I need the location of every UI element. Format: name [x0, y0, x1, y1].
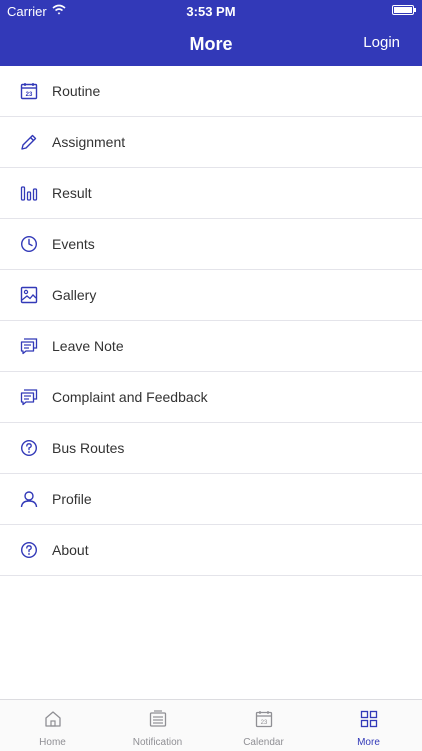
menu-item-about[interactable]: About: [0, 525, 422, 576]
chat-icon: [20, 389, 38, 406]
tab-calendar[interactable]: 23 Calendar: [211, 700, 316, 751]
app-header: Carrier 3:53 PM More Login: [0, 0, 422, 66]
notification-icon: [149, 710, 167, 727]
menu-item-result[interactable]: Result: [0, 168, 422, 219]
page-title: More: [189, 34, 233, 54]
tab-more[interactable]: More: [316, 700, 421, 751]
calendar-icon: 23: [255, 711, 273, 728]
tab-bar: Home Notification 23 Calendar More: [0, 699, 422, 751]
clock-icon: [20, 235, 38, 253]
menu-item-events[interactable]: Events: [0, 219, 422, 270]
svg-text:23: 23: [26, 92, 33, 98]
status-bar: Carrier 3:53 PM: [0, 0, 422, 22]
menu-item-complaint-feedback[interactable]: Complaint and Feedback: [0, 372, 422, 423]
menu-item-label: Leave Note: [52, 338, 124, 354]
svg-text:23: 23: [261, 720, 268, 726]
menu-item-label: Assignment: [52, 134, 126, 150]
tab-label: Home: [39, 737, 66, 748]
menu-item-profile[interactable]: Profile: [0, 474, 422, 525]
status-time: 3:53 PM: [186, 4, 236, 19]
battery-icon: [392, 5, 416, 15]
menu-item-label: Events: [52, 236, 95, 252]
tab-label: More: [357, 737, 380, 748]
menu-item-routine[interactable]: 23 Routine: [0, 66, 422, 117]
help-icon: [20, 439, 38, 457]
image-icon: [20, 286, 38, 304]
tab-home[interactable]: Home: [0, 700, 105, 751]
pencil-icon: [21, 134, 37, 150]
help-icon: [20, 541, 38, 559]
tab-label: Notification: [132, 737, 183, 748]
bar-chart-icon: [20, 186, 38, 201]
menu-item-label: Gallery: [52, 287, 97, 303]
menu-item-assignment[interactable]: Assignment: [0, 117, 422, 168]
tab-notification[interactable]: Notification: [105, 700, 210, 751]
menu-item-leave-note[interactable]: Leave Note: [0, 321, 422, 372]
menu-list: 23 Routine Assignment Result Events Gall…: [0, 66, 422, 576]
menu-item-label: Profile: [52, 491, 92, 507]
menu-item-label: Complaint and Feedback: [52, 389, 208, 405]
menu-item-label: Bus Routes: [52, 440, 125, 456]
home-icon: [45, 711, 61, 727]
menu-item-gallery[interactable]: Gallery: [0, 270, 422, 321]
user-icon: [20, 491, 38, 508]
grid-icon: [360, 710, 378, 728]
chat-icon: [20, 338, 38, 355]
menu-item-label: Routine: [52, 83, 101, 99]
menu-item-label: About: [52, 542, 89, 558]
menu-item-bus-routes[interactable]: Bus Routes: [0, 423, 422, 474]
tab-label: Calendar: [243, 737, 284, 748]
login-button[interactable]: Login: [363, 34, 400, 51]
calendar-icon: 23: [20, 83, 38, 100]
menu-item-label: Result: [52, 185, 92, 201]
